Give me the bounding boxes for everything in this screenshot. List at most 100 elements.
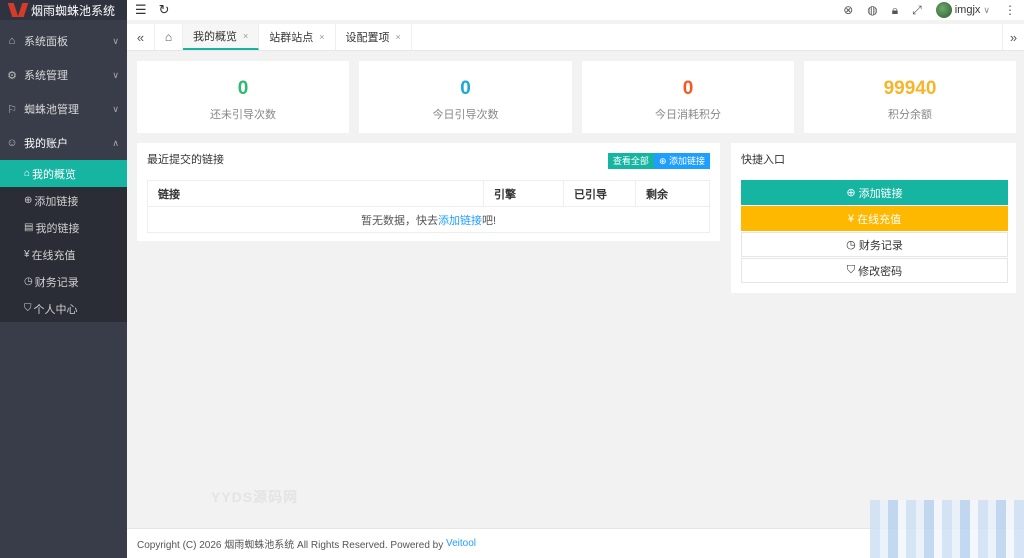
- quick-finance-button[interactable]: ◷ 财务记录: [741, 232, 1008, 257]
- more-icon[interactable]: ⋮: [1004, 3, 1016, 17]
- sidebar-item-label: 添加链接: [34, 195, 79, 208]
- button-label: 在线充值: [857, 213, 902, 226]
- stat-value: 0: [237, 78, 249, 99]
- home-icon: ⌂: [24, 168, 31, 179]
- home-icon: ⌂: [8, 35, 16, 47]
- add-link-button[interactable]: ⊕ 添加链接: [653, 153, 710, 169]
- column-header[interactable]: 引擎: [483, 180, 564, 207]
- sidebar-item-recharge[interactable]: ¥ 在线充值: [0, 241, 127, 268]
- stat-value: 99940: [883, 78, 937, 99]
- close-icon[interactable]: ×: [243, 31, 248, 41]
- stat-card: 0 还未引导次数: [137, 61, 349, 133]
- sidebar-item-label: 个人中心: [33, 303, 78, 316]
- chevron-up-icon: ∧: [112, 137, 119, 148]
- sidebar-item-label: 我的概览: [32, 168, 77, 181]
- sidebar-group-label: 蜘蛛池管理: [24, 104, 79, 116]
- plus-circle-icon: ⊕: [658, 156, 669, 166]
- sidebar-group-system-manage[interactable]: ⚙ 系统管理 ∨: [0, 58, 127, 92]
- tab-sites[interactable]: 站群站点 ×: [259, 24, 336, 50]
- tab-bar: « ⌂ 我的概览 × 站群站点 × 设配置项 × »: [127, 24, 1024, 51]
- user-menu[interactable]: imgjx ∨: [935, 2, 990, 18]
- shield-icon: ⛉: [24, 303, 32, 314]
- sidebar: 烟雨蜘蛛池系统 ⌂ 系统面板 ∨ ⚙ 系统管理 ∨ ⚐ 蜘蛛池管理 ∨ ☺ 我的…: [0, 0, 127, 558]
- tabs-scroll-left-icon[interactable]: «: [127, 24, 155, 50]
- sidebar-group-my-account[interactable]: ☺ 我的账户 ∧: [0, 126, 127, 160]
- sidebar-item-label: 财务记录: [34, 276, 79, 289]
- stat-value: 0: [460, 78, 471, 99]
- main-content: 0 还未引导次数 0 今日引导次数 0 今日消耗积分 99940 积分余额 最近…: [127, 51, 1024, 558]
- fullscreen-icon[interactable]: ⤢: [912, 3, 922, 18]
- copyright-text: Copyright (C) 2026 烟雨蜘蛛池系统 All Rights Re…: [137, 540, 444, 551]
- close-icon[interactable]: ×: [319, 32, 324, 42]
- footer-link[interactable]: Veitool: [446, 538, 476, 549]
- tab-label: 我的概览: [193, 31, 237, 43]
- clock-icon: ◷: [24, 276, 33, 287]
- tabs-scroll-right-icon[interactable]: »: [1002, 24, 1024, 50]
- column-header[interactable]: 链接: [147, 180, 484, 207]
- sidebar-item-label: 在线充值: [31, 249, 76, 262]
- clock-icon: ◷: [846, 239, 856, 251]
- sidebar-group-system-panel[interactable]: ⌂ 系统面板 ∨: [0, 24, 127, 58]
- sidebar-item-overview[interactable]: ⌂ 我的概览: [0, 160, 127, 187]
- shield-icon: ⛉: [846, 264, 856, 276]
- button-label: 财务记录: [858, 239, 903, 252]
- sidebar-group-label: 我的账户: [24, 138, 68, 150]
- theme-icon[interactable]: ◍: [867, 3, 877, 17]
- stat-label: 积分余额: [888, 109, 932, 121]
- menu-icon[interactable]: ☰: [135, 2, 147, 18]
- stat-card: 0 今日引导次数: [359, 61, 572, 133]
- app-logo[interactable]: 烟雨蜘蛛池系统: [0, 0, 127, 20]
- sidebar-submenu: ⌂ 我的概览 ⊕ 添加链接 ▤ 我的链接 ¥ 在线充值 ◷ 财务记录 ⛉ 个人中…: [0, 160, 127, 322]
- view-all-button[interactable]: 查看全部: [607, 153, 654, 169]
- quick-entry-panel: 快捷入口 ⊕ 添加链接 ¥ 在线充值 ◷ 财务记录 ⛉ 修改密码: [731, 143, 1016, 293]
- empty-row: 暂无数据，快去添加链接吧!: [147, 206, 710, 233]
- plus-circle-icon: ⊕: [24, 195, 33, 206]
- chevron-down-icon: ∨: [112, 103, 119, 114]
- column-header[interactable]: 已引导: [563, 180, 636, 207]
- tab-overview[interactable]: 我的概览 ×: [183, 24, 260, 50]
- gear-icon: ⚙: [7, 69, 17, 82]
- blurred-overlay: [870, 500, 1024, 558]
- watermark: YYDS源码网: [211, 489, 299, 505]
- sidebar-group-label: 系统面板: [24, 36, 68, 48]
- button-label: 添加链接: [858, 187, 903, 200]
- sidebar-item-label: 我的链接: [35, 222, 80, 235]
- stat-value: 0: [682, 78, 694, 99]
- user-icon: ☺: [6, 137, 18, 149]
- stat-card: 0 今日消耗积分: [582, 61, 794, 133]
- tab-home-icon[interactable]: ⌂: [155, 24, 183, 50]
- stat-card: 99940 积分余额: [804, 61, 1016, 133]
- tab-label: 设配置项: [345, 32, 390, 44]
- recent-links-table: 链接 引擎 已引导 剩余 暂无数据，快去添加链接吧!: [147, 180, 710, 233]
- empty-add-link[interactable]: 添加链接: [438, 215, 482, 227]
- chevron-down-icon: ∨: [983, 4, 990, 15]
- column-header[interactable]: 剩余: [635, 180, 710, 207]
- tab-settings[interactable]: 设配置项 ×: [336, 24, 412, 50]
- close-icon[interactable]: ×: [396, 32, 401, 42]
- button-label: 修改密码: [858, 265, 903, 278]
- username: imgjx: [954, 4, 981, 16]
- sidebar-item-my-links[interactable]: ▤ 我的链接: [0, 214, 127, 241]
- refresh-icon[interactable]: ↻: [159, 2, 170, 18]
- chevron-down-icon: ∨: [112, 69, 119, 80]
- app-title: 烟雨蜘蛛池系统: [31, 3, 116, 18]
- yen-circle-icon: ¥: [24, 249, 30, 260]
- sidebar-item-profile[interactable]: ⛉ 个人中心: [0, 295, 127, 322]
- lock-icon[interactable]: 🔒︎: [892, 3, 898, 18]
- avatar: [935, 2, 952, 18]
- document-icon: ▤: [24, 222, 34, 233]
- logo-icon: [10, 3, 26, 17]
- topbar: ☰ ↻ ⊗ ◍ 🔒︎ ⤢ imgjx ∨ ⋮: [127, 0, 1024, 20]
- sidebar-item-add-link[interactable]: ⊕ 添加链接: [0, 187, 127, 214]
- yen-circle-icon: ¥: [847, 212, 855, 225]
- quick-recharge-button[interactable]: ¥ 在线充值: [741, 206, 1008, 231]
- sidebar-item-finance[interactable]: ◷ 财务记录: [0, 268, 127, 295]
- quick-add-link-button[interactable]: ⊕ 添加链接: [741, 180, 1008, 205]
- plus-circle-icon: ⊕: [846, 187, 856, 199]
- sidebar-group-label: 系统管理: [24, 70, 68, 82]
- close-circle-icon[interactable]: ⊗: [843, 3, 853, 17]
- quick-change-password-button[interactable]: ⛉ 修改密码: [741, 258, 1008, 283]
- sidebar-group-spider-pool[interactable]: ⚐ 蜘蛛池管理 ∨: [0, 92, 127, 126]
- empty-text: 吧!: [481, 214, 497, 227]
- button-label: 添加链接: [668, 156, 705, 166]
